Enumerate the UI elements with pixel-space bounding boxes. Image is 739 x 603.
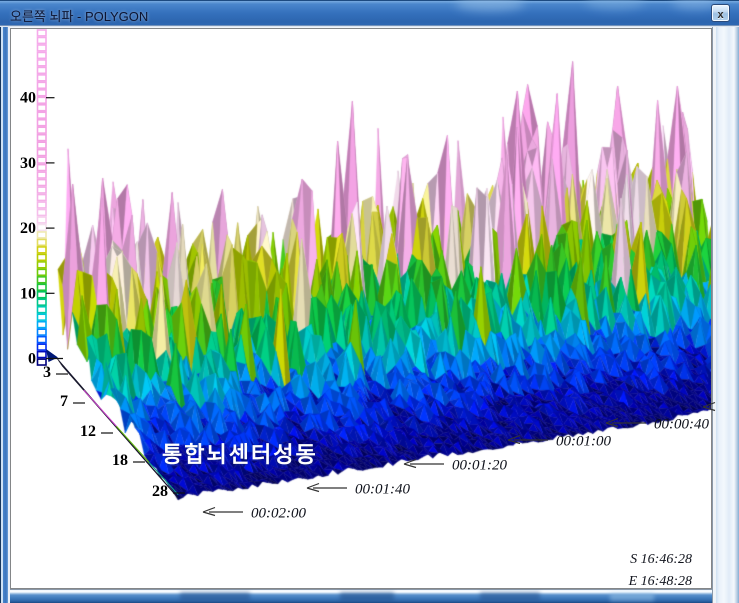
close-button[interactable]: x — [711, 4, 730, 22]
app-window: 오른쪽 뇌파 - POLYGON x 0102030403712182800:0… — [0, 0, 739, 603]
start-time-label: S 16:46:28 — [532, 552, 692, 568]
watermark: 통합뇌센터성동 — [162, 437, 318, 469]
titlebar[interactable]: 오른쪽 뇌파 - POLYGON x — [0, 0, 739, 27]
taskbar-bleed-shadow — [340, 592, 394, 601]
taskbar-bleed-shadow — [180, 592, 250, 601]
window-border-left[interactable] — [0, 27, 10, 603]
window-border-right[interactable] — [712, 27, 739, 603]
taskbar-bleed-shadow — [480, 592, 540, 601]
window-title: 오른쪽 뇌파 - POLYGON — [10, 6, 148, 25]
close-icon: x — [717, 9, 723, 21]
titlebar-glass-highlight — [455, 0, 525, 11]
taskbar-bleed-highlight — [610, 593, 654, 601]
end-time-label: E 16:48:28 — [532, 574, 692, 590]
window-border-bottom[interactable] — [10, 589, 712, 603]
eeg-3d-surface — [11, 29, 711, 588]
titlebar-glass-highlight — [585, 0, 645, 9]
